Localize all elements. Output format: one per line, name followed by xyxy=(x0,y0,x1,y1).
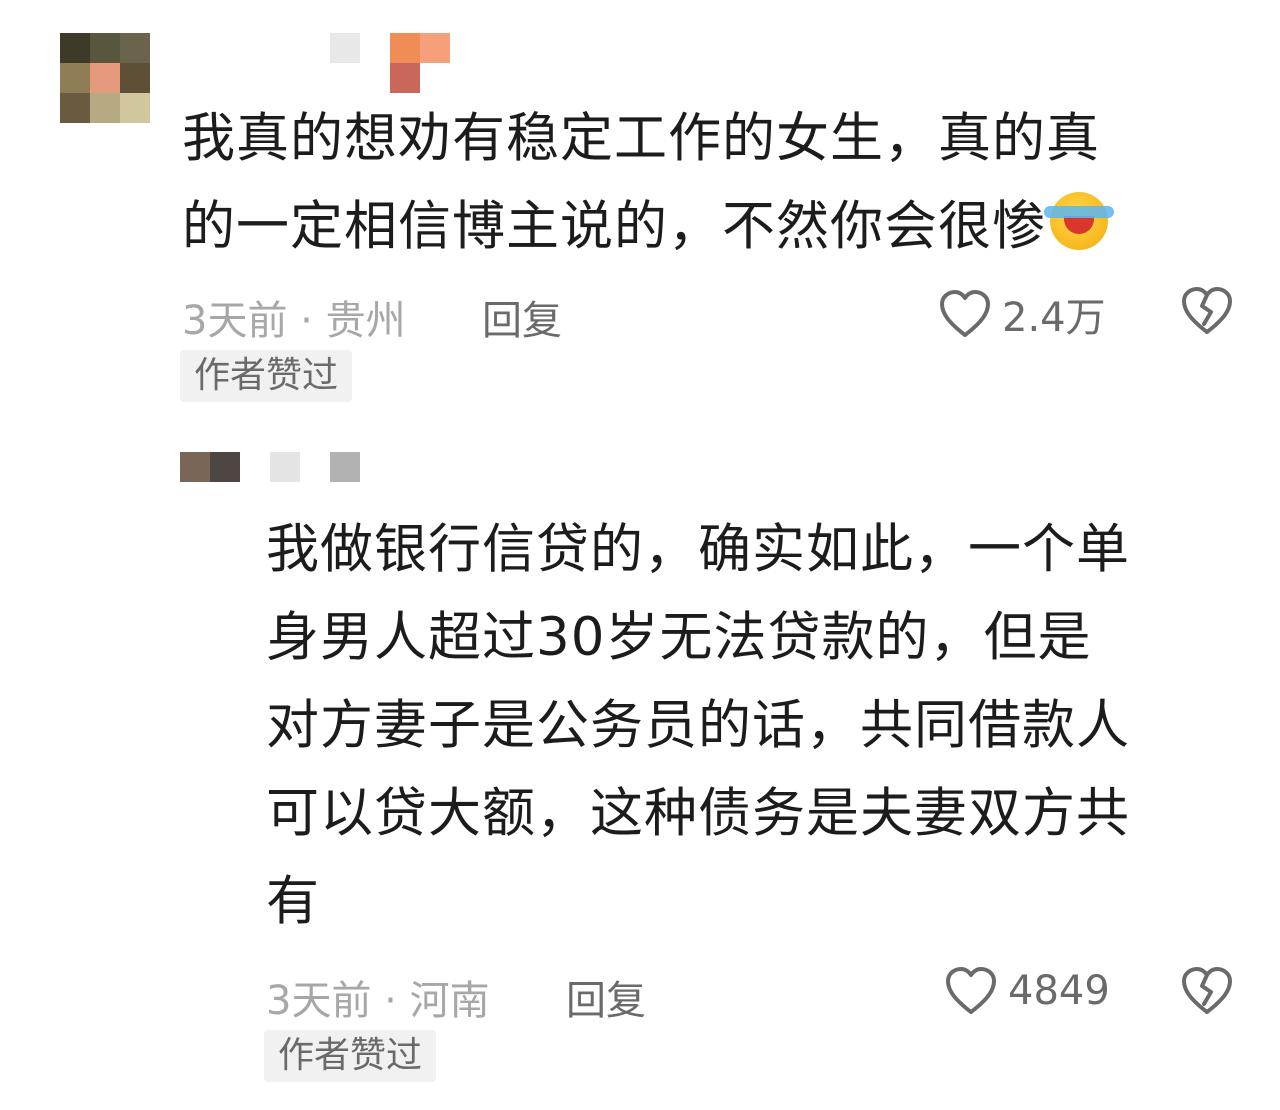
reply-body: 我做银行信贷的，确实如此，一个单 身男人超过30岁无法贷款的，但是 对方妻子是公… xyxy=(266,506,1130,946)
reply-line: 有 xyxy=(266,871,320,932)
comment-body: 我真的想劝有稳定工作的女生，真的真 的一定相信博主说的，不然你会很惨 xyxy=(182,95,1114,271)
dislike-button[interactable] xyxy=(1180,966,1234,1016)
comment-thread: 我真的想劝有稳定工作的女生，真的真 的一定相信博主说的，不然你会很惨 3天前 ·… xyxy=(0,0,1280,1110)
broken-heart-icon xyxy=(1182,287,1232,334)
reply-line: 我做银行信贷的，确实如此，一个单 xyxy=(266,519,1130,580)
reply-button[interactable]: 回复 xyxy=(482,288,562,346)
laughing-crying-emoji-icon xyxy=(1044,192,1114,250)
like-count: 2.4万 xyxy=(1002,295,1106,341)
reply-time-location: 3天前 · 河南 xyxy=(266,978,490,1024)
reply-button[interactable]: 回复 xyxy=(566,968,646,1026)
reply-line: 对方妻子是公务员的话，共同借款人 xyxy=(266,695,1130,756)
heart-outline-icon xyxy=(940,290,990,337)
broken-heart-icon xyxy=(1182,967,1232,1014)
author-liked-badge: 作者赞过 xyxy=(264,1030,437,1082)
avatar[interactable] xyxy=(60,33,150,123)
comment-line: 我真的想劝有稳定工作的女生，真的真 xyxy=(182,108,1100,169)
like-button[interactable]: 2.4万 xyxy=(938,285,1106,343)
reply-line: 可以贷大额，这种债务是夫妻双方共 xyxy=(266,783,1130,844)
comment-line: 的一定相信博主说的，不然你会很惨 xyxy=(182,183,1114,271)
author-liked-badge: 作者赞过 xyxy=(180,350,353,402)
like-count: 4849 xyxy=(1008,968,1110,1014)
reply-line: 身男人超过30岁无法贷款的，但是 xyxy=(266,607,1092,668)
dislike-button[interactable] xyxy=(1180,286,1234,336)
comment-time-location: 3天前 · 贵州 xyxy=(182,298,406,344)
like-button[interactable]: 4849 xyxy=(944,966,1110,1016)
heart-outline-icon xyxy=(946,967,996,1014)
